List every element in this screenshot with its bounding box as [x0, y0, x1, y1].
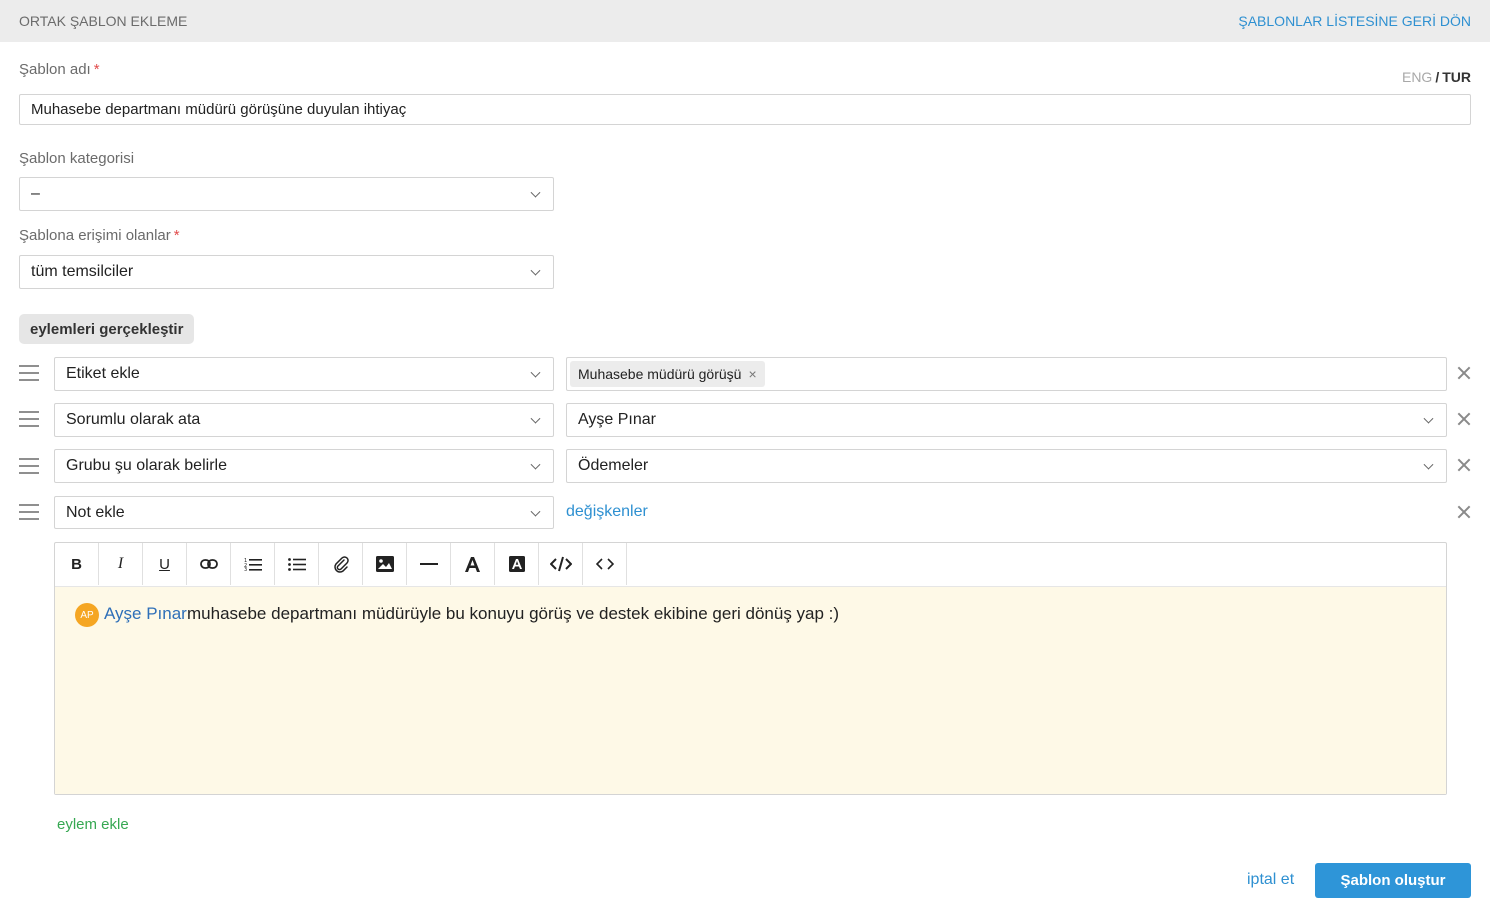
background-color-icon[interactable] — [495, 543, 539, 585]
action-type-select[interactable]: Etiket ekle — [54, 357, 554, 391]
chevron-down-icon — [530, 413, 541, 424]
remove-action-icon[interactable] — [1457, 458, 1471, 472]
group-value: Ödemeler — [578, 457, 649, 474]
remove-action-icon[interactable] — [1457, 366, 1471, 380]
action-type-value: Sorumlu olarak ata — [66, 411, 201, 428]
mention-name: Ayşe Pınar — [104, 604, 187, 623]
tag-label: Muhasebe müdürü görüşü — [578, 366, 742, 382]
underline-icon[interactable]: U — [143, 543, 187, 585]
chevron-down-icon — [530, 187, 541, 198]
editor-toolbar: B I U 123 — [55, 543, 627, 586]
tag-remove-icon[interactable]: × — [748, 366, 756, 382]
chevron-down-icon — [1423, 459, 1434, 470]
italic-icon[interactable]: I — [99, 543, 143, 585]
template-category-select[interactable]: – — [19, 177, 554, 211]
add-action-link[interactable]: eylem ekle — [57, 816, 129, 833]
action-type-value: Grubu şu olarak belirle — [66, 457, 227, 474]
variables-link[interactable]: değişkenler — [566, 503, 648, 521]
note-text: muhasebe departmanı müdürüyle bu konuyu … — [187, 604, 840, 623]
action-type-select[interactable]: Not ekle — [54, 496, 554, 529]
drag-handle-icon[interactable] — [19, 457, 39, 475]
remove-action-icon[interactable] — [1457, 505, 1471, 519]
required-marker: * — [173, 227, 180, 244]
remove-action-icon[interactable] — [1457, 412, 1471, 426]
drag-handle-icon[interactable] — [19, 503, 39, 521]
action-type-select[interactable]: Sorumlu olarak ata — [54, 403, 554, 437]
chevron-down-icon — [530, 265, 541, 276]
page-header: ORTAK ŞABLON EKLEME ŞABLONLAR LİSTESİNE … — [0, 0, 1490, 42]
chevron-down-icon — [530, 506, 541, 517]
chevron-down-icon — [1423, 413, 1434, 424]
chevron-down-icon — [530, 367, 541, 378]
svg-text:3: 3 — [244, 567, 247, 571]
template-name-label: Şablon adı * — [19, 61, 100, 78]
font-color-icon[interactable] — [451, 543, 495, 585]
actions-section-title: eylemleri gerçekleştir — [19, 314, 195, 344]
source-code-icon[interactable] — [583, 543, 627, 585]
ordered-list-icon[interactable]: 123 — [231, 543, 275, 585]
note-editor: B I U 123 AP Ayşe Pınar muhasebe departm… — [54, 542, 1447, 795]
lang-eng[interactable]: ENG — [1402, 69, 1432, 85]
image-icon[interactable] — [363, 543, 407, 585]
required-marker: * — [93, 61, 100, 78]
horizontal-rule-icon[interactable] — [407, 543, 451, 585]
lang-tur[interactable]: TUR — [1442, 69, 1471, 85]
group-select[interactable]: Ödemeler — [566, 449, 1447, 483]
avatar: AP — [75, 603, 99, 627]
assignee-value: Ayşe Pınar — [578, 411, 656, 428]
language-switcher: ENG / TUR — [1402, 69, 1471, 85]
link-icon[interactable] — [187, 543, 231, 585]
drag-handle-icon[interactable] — [19, 364, 39, 382]
template-access-label: Şablona erişimi olanlar * — [19, 227, 180, 244]
code-icon[interactable] — [539, 543, 583, 585]
create-template-button[interactable]: Şablon oluştur — [1315, 863, 1471, 898]
template-name-input[interactable]: Muhasebe departmanı müdürü görüşüne duyu… — [19, 94, 1471, 125]
attachment-icon[interactable] — [319, 543, 363, 585]
template-category-label: Şablon kategorisi — [19, 150, 135, 167]
action-type-value: Etiket ekle — [66, 365, 140, 382]
action-type-select[interactable]: Grubu şu olarak belirle — [54, 449, 554, 483]
drag-handle-icon[interactable] — [19, 410, 39, 428]
template-access-value: tüm temsilciler — [31, 263, 134, 280]
lang-separator: / — [1435, 69, 1440, 85]
template-category-value: – — [31, 185, 40, 202]
action-type-value: Not ekle — [66, 503, 125, 521]
editor-content[interactable]: AP Ayşe Pınar muhasebe departmanı müdürü… — [55, 586, 1446, 794]
bullet-list-icon[interactable] — [275, 543, 319, 585]
chevron-down-icon — [530, 459, 541, 470]
cancel-link[interactable]: iptal et — [1247, 871, 1294, 889]
assignee-select[interactable]: Ayşe Pınar — [566, 403, 1447, 437]
template-access-select[interactable]: tüm temsilciler — [19, 255, 554, 289]
bold-icon[interactable]: B — [55, 543, 99, 585]
back-to-templates-link[interactable]: ŞABLONLAR LİSTESİNE GERİ DÖN — [1238, 13, 1471, 29]
page-title: ORTAK ŞABLON EKLEME — [19, 13, 188, 29]
tag-chip: Muhasebe müdürü görüşü × — [570, 361, 765, 387]
